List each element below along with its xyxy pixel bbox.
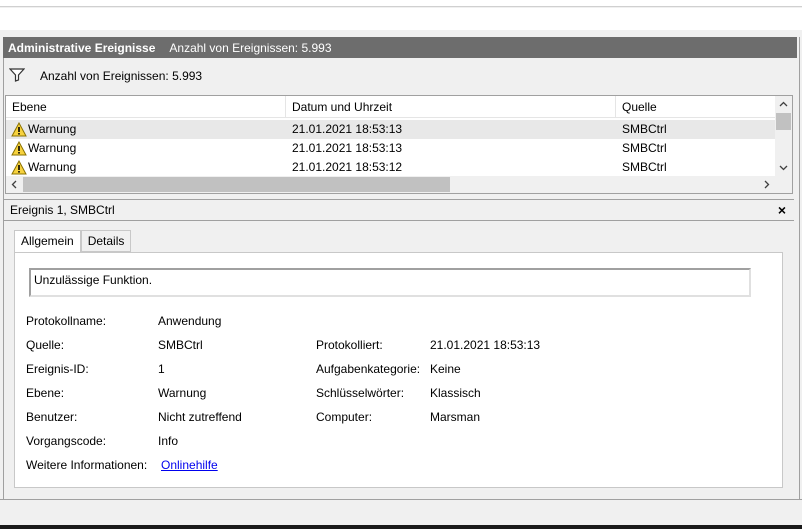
eventid-value: 1 — [158, 362, 165, 376]
scroll-right-icon[interactable] — [758, 176, 775, 193]
horizontal-scroll-thumb[interactable] — [23, 177, 450, 192]
user-value: Nicht zutreffend — [158, 410, 242, 424]
online-help-link[interactable]: Onlinehilfe — [161, 457, 218, 473]
event-detail-header: Ereignis 1, SMBCtrl × — [4, 199, 794, 221]
panel-title-bar: Administrative Ereignisse Anzahl von Ere… — [3, 37, 797, 58]
vertical-scroll-thumb[interactable] — [776, 113, 791, 130]
row-datetime: 21.01.2021 18:53:12 — [292, 160, 403, 174]
top-strip — [0, 0, 802, 7]
spacer — [0, 30, 802, 37]
row-source: SMBCtrl — [622, 160, 667, 174]
column-header-level[interactable]: Ebene — [6, 96, 286, 118]
row-datetime: 21.01.2021 18:53:13 — [292, 141, 403, 155]
row-source: SMBCtrl — [622, 141, 667, 155]
scroll-up-icon[interactable] — [775, 96, 792, 113]
row-datetime: 21.01.2021 18:53:13 — [292, 122, 403, 136]
warning-icon — [11, 122, 27, 137]
row-source: SMBCtrl — [622, 122, 667, 136]
keywords-value: Klassisch — [430, 386, 481, 400]
computer-value: Marsman — [430, 410, 481, 424]
general-tab-content: Unzulässige Funktion. Protokollname: Anw… — [14, 252, 783, 488]
taskcat-label: Aufgabenkategorie: — [316, 362, 421, 376]
computer-label: Computer: — [316, 410, 373, 424]
filter-row: Anzahl von Ereignissen: 5.993 — [4, 64, 794, 88]
keywords-label: Schlüsselwörter: — [316, 386, 405, 400]
eventid-label: Ereignis-ID: — [26, 362, 89, 376]
column-header-source[interactable]: Quelle — [616, 96, 776, 118]
event-detail-title: Ereignis 1, SMBCtrl — [10, 203, 115, 217]
toolbar-area — [0, 8, 802, 30]
tab-general[interactable]: Allgemein — [14, 230, 81, 253]
moreinfo-label: Weitere Informationen: — [26, 458, 148, 472]
level-label: Ebene: — [26, 386, 65, 400]
taskbar-edge — [0, 525, 802, 529]
filter-text: Anzahl von Ereignissen: 5.993 — [40, 69, 203, 83]
vertical-scrollbar[interactable] — [775, 96, 792, 178]
table-row[interactable]: Warnung 21.01.2021 18:53:12 SMBCtrl — [6, 158, 776, 177]
logged-label: Protokolliert: — [316, 338, 383, 352]
scroll-left-icon[interactable] — [6, 176, 23, 193]
detail-tabs: Allgemein Details — [14, 230, 132, 253]
event-count: Anzahl von Ereignissen: 5.993 — [169, 40, 332, 55]
opcode-value: Info — [158, 434, 179, 448]
panel-title: Administrative Ereignisse — [8, 40, 156, 55]
column-header-datetime[interactable]: Datum und Uhrzeit — [286, 96, 616, 118]
table-row[interactable]: Warnung 21.01.2021 18:53:13 SMBCtrl — [6, 120, 776, 139]
event-message[interactable]: Unzulässige Funktion. — [29, 268, 751, 297]
source-value: SMBCtrl — [158, 338, 203, 352]
events-grid[interactable]: Ebene Datum und Uhrzeit Quelle Warnung 2… — [5, 95, 793, 194]
level-value: Warnung — [158, 386, 207, 400]
logged-value: 21.01.2021 18:53:13 — [430, 338, 541, 352]
taskcat-value: Keine — [430, 362, 461, 376]
user-label: Benutzer: — [26, 410, 78, 424]
row-level: Warnung — [28, 141, 77, 155]
filter-icon[interactable] — [9, 68, 33, 84]
opcode-label: Vorgangscode: — [26, 434, 107, 448]
warning-icon — [11, 160, 27, 175]
source-label: Quelle: — [26, 338, 65, 352]
row-level: Warnung — [28, 160, 77, 174]
bottom-strip — [0, 499, 802, 525]
logname-label: Protokollname: — [26, 314, 107, 328]
row-level: Warnung — [28, 122, 77, 136]
scroll-down-icon[interactable] — [775, 159, 792, 176]
warning-icon — [11, 141, 27, 156]
tab-details[interactable]: Details — [80, 230, 132, 252]
table-row[interactable]: Warnung 21.01.2021 18:53:13 SMBCtrl — [6, 139, 776, 158]
horizontal-scrollbar[interactable] — [6, 176, 792, 193]
close-icon[interactable]: × — [778, 202, 786, 218]
grid-header: Ebene Datum und Uhrzeit Quelle — [6, 96, 776, 118]
scrollbar-corner — [775, 176, 792, 193]
logname-value: Anwendung — [158, 314, 222, 328]
